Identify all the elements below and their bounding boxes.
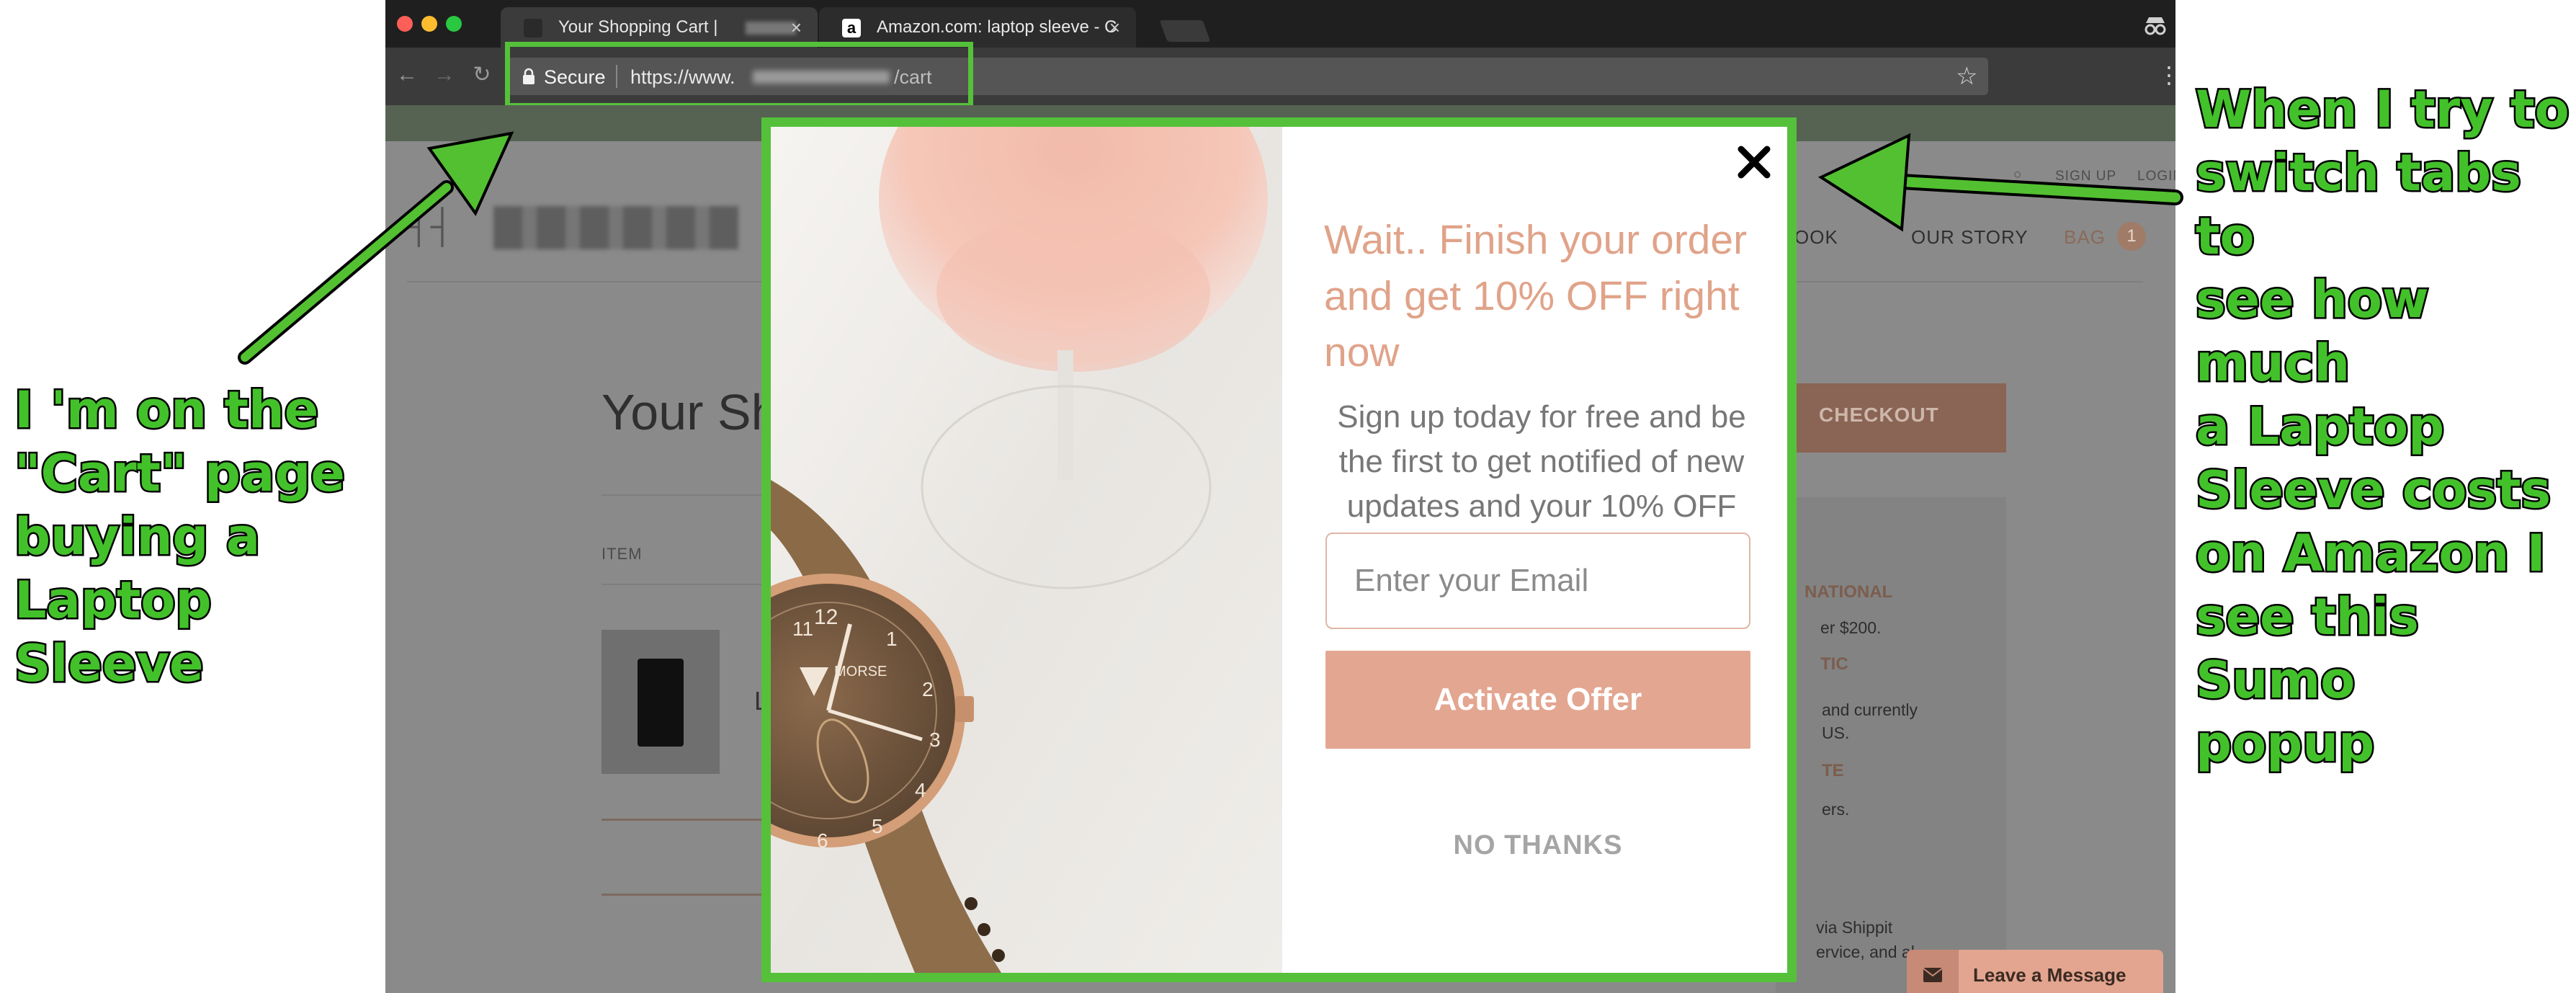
nav-our-story-link[interactable]: OUR STORY [1911,226,2029,249]
nav-lookbook-link[interactable]: OOK [1794,226,1838,249]
popup-content: 12 1 2 3 4 5 6 11 MORSE Wait.. Finish yo… [771,127,1787,973]
site-favicon-icon [524,19,542,37]
sign-up-link[interactable]: SIGN UP [2055,169,2116,184]
popup-photo: 12 1 2 3 4 5 6 11 MORSE [771,127,1282,973]
watch-and-glass-photo: 12 1 2 3 4 5 6 11 MORSE [771,127,1282,973]
maximize-window-button[interactable] [446,16,462,32]
panel-text: via Shippit [1816,918,1893,937]
tab-title: Amazon.com: laptop sleeve - C [877,17,1117,37]
shipping-info-panel: NATIONAL er $200. TIC and currently US. … [1776,497,2006,993]
svg-text:2: 2 [922,678,934,700]
bag-count-badge[interactable]: 1 [2117,222,2146,251]
svg-text:6: 6 [817,829,828,852]
no-thanks-button[interactable]: NO THANKS [1325,820,1750,870]
checkout-label: CHECKOUT [1819,404,1939,426]
item-column-header: ITEM [601,545,643,563]
close-window-button[interactable] [397,16,413,32]
annotation-left: I 'm on the "Cart" page buying a Laptop … [13,379,347,695]
svg-text:11: 11 [792,618,813,640]
leave-message-widget[interactable]: Leave a Message [1907,950,2163,993]
mail-icon [1923,968,1943,982]
nav-bag-link[interactable]: BAG [2064,226,2106,249]
svg-text:12: 12 [814,605,838,629]
minimize-window-button[interactable] [421,16,437,32]
incognito-icon [2145,17,2166,35]
tab-title: Your Shopping Cart | [558,17,718,37]
page-title: Your Sh [601,384,779,440]
popup-subtext: Sign up today for free and be the first … [1337,399,1746,524]
forward-arrow-icon[interactable]: → [430,61,459,89]
address-bar-highlight [505,42,973,108]
laptop-sleeve-image [638,659,684,747]
amazon-favicon-icon: a [842,19,861,37]
panel-heading: TIC [1820,654,1848,674]
user-icon[interactable]: ○ [2013,167,2022,183]
tab-bar: Your Shopping Cart | × a Amazon.com: lap… [385,0,2175,48]
panel-text: and currently [1822,700,1918,719]
blurred-domain [746,22,796,35]
panel-text: er $200. [1820,618,1882,637]
close-icon[interactable] [1735,143,1774,182]
activate-offer-button[interactable]: Activate Offer [1325,651,1750,749]
panel-text: ers. [1822,800,1850,819]
back-arrow-icon[interactable]: ← [393,61,421,89]
svg-text:1: 1 [886,628,898,650]
product-thumbnail[interactable] [601,630,720,774]
annotation-right: When I try to switch tabs to see how muc… [2194,79,2572,775]
svg-text:5: 5 [872,815,883,837]
panel-heading: TE [1822,761,1844,780]
new-tab-button[interactable] [1159,20,1211,42]
sumo-popup: 12 1 2 3 4 5 6 11 MORSE Wait.. Finish yo… [761,117,1797,982]
panel-heading: NATIONAL [1804,582,1893,602]
panel-text: ervice, and al [1816,943,1915,961]
popup-headline: Wait.. Finish your order and get 10% OFF… [1324,217,1748,375]
login-link[interactable]: LOGIN [2137,169,2175,184]
reload-icon[interactable]: ↻ [468,61,496,89]
checkout-button[interactable]: CHECKOUT [1776,383,2006,453]
leave-message-label: Leave a Message [1973,964,2126,986]
watch-brand-text: MORSE [834,664,887,680]
email-field[interactable] [1325,533,1750,629]
blurred-logo[interactable] [493,206,738,249]
bookmark-star-icon[interactable]: ☆ [1956,62,1977,91]
panel-text: US. [1822,723,1850,742]
logo-mark[interactable]: ┤┤ [407,206,454,244]
svg-text:3: 3 [929,729,941,751]
tab-close-icon[interactable]: × [1109,7,1120,48]
browser-menu-icon[interactable]: ⋮ [2157,61,2175,89]
svg-text:4: 4 [915,779,926,801]
